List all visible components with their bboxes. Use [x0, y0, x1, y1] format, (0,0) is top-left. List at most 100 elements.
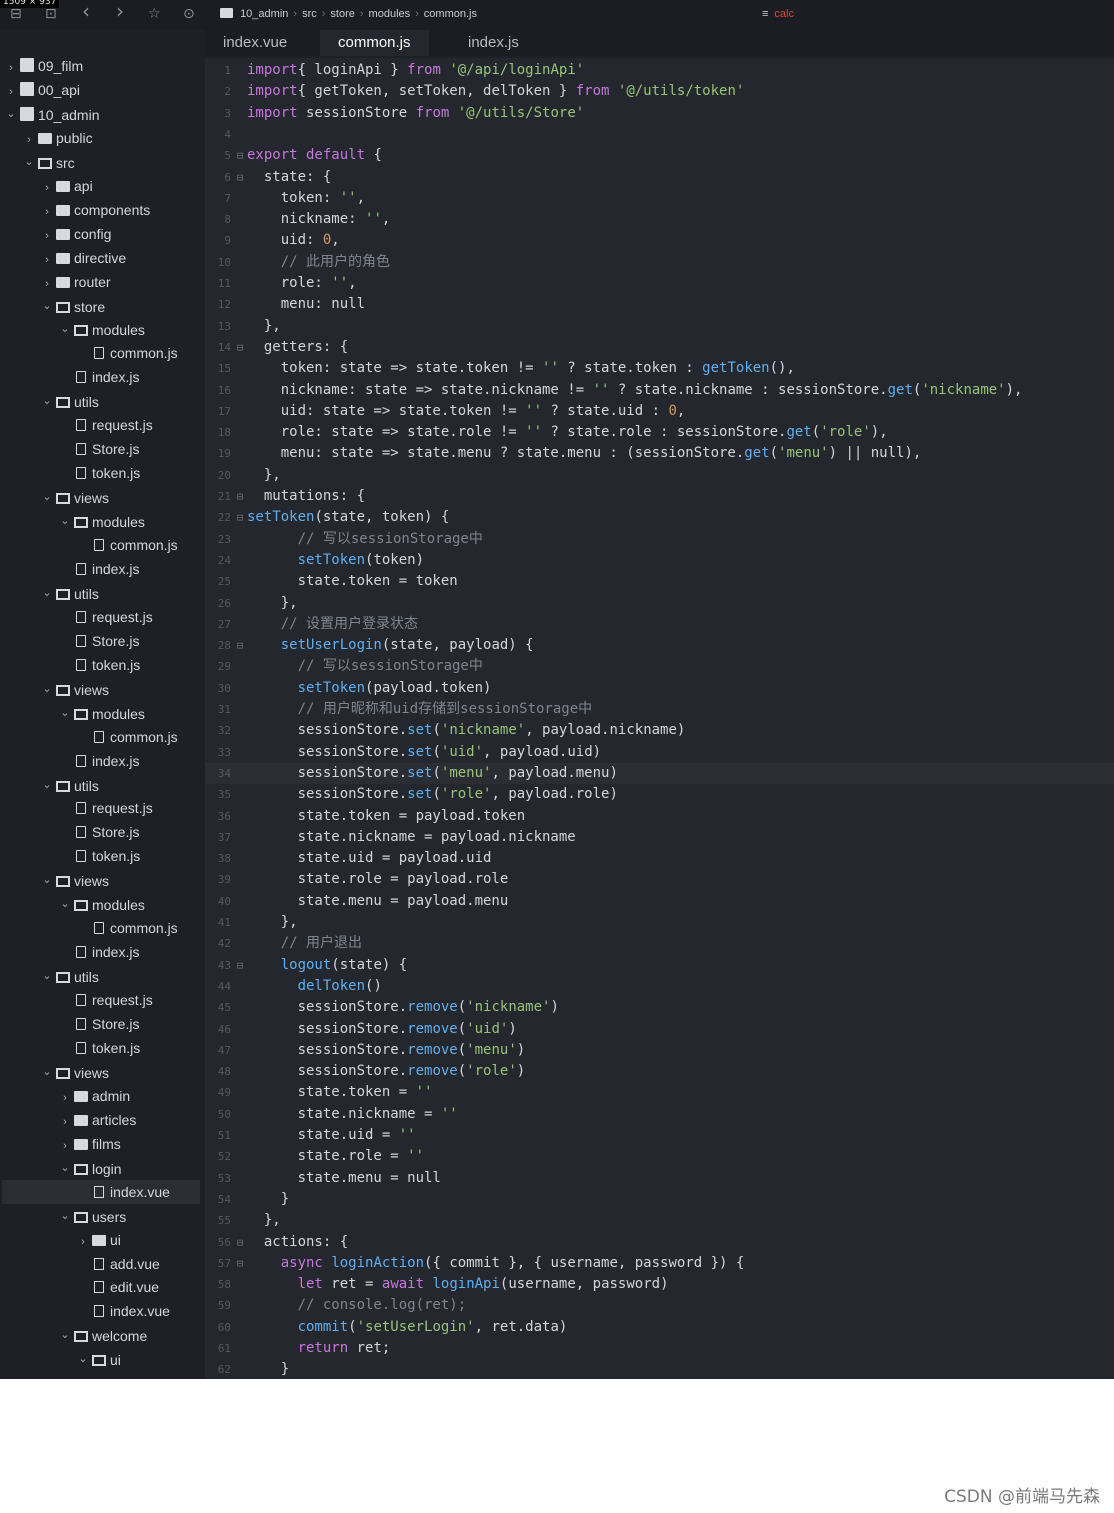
- chevron-right-icon[interactable]: ›: [42, 176, 52, 200]
- code-line[interactable]: 46 sessionStore.remove('uid'): [205, 1019, 1114, 1040]
- fold-toggle-icon[interactable]: ⊟: [235, 507, 245, 528]
- code-line[interactable]: 50 state.nickname = '': [205, 1104, 1114, 1125]
- code-line[interactable]: 1 import{ loginApi } from '@/api/loginApi…: [205, 60, 1114, 81]
- tree-item[interactable]: token.js: [2, 1036, 200, 1060]
- code-line[interactable]: 2 import{ getToken, setToken, delToken } …: [205, 81, 1114, 102]
- tree-item[interactable]: add.vue: [2, 1252, 200, 1276]
- tree-item[interactable]: › config: [2, 222, 200, 246]
- tree-item[interactable]: ⌄ ui: [2, 1347, 200, 1371]
- tree-item[interactable]: ⌄ utils: [2, 581, 200, 605]
- chevron-down-icon[interactable]: ⌄: [60, 1323, 70, 1347]
- tree-item[interactable]: › films: [2, 1132, 200, 1156]
- code-line[interactable]: 11 role: '',: [205, 273, 1114, 294]
- tree-item[interactable]: token.js: [2, 461, 200, 485]
- code-line[interactable]: 25 state.token = token: [205, 571, 1114, 592]
- code-line[interactable]: 17 uid: state => state.token != '' ? sta…: [205, 401, 1114, 422]
- chevron-down-icon[interactable]: ⌄: [60, 701, 70, 725]
- tree-item[interactable]: ⌄ utils: [2, 389, 200, 413]
- chevron-down-icon[interactable]: ⌄: [6, 102, 16, 126]
- breadcrumb-item[interactable]: src: [302, 8, 317, 20]
- tree-item[interactable]: › admin: [2, 1084, 200, 1108]
- fold-toggle-icon[interactable]: ⊟: [235, 1253, 245, 1274]
- chevron-down-icon[interactable]: ⌄: [42, 1060, 52, 1084]
- code-line[interactable]: 36 state.token = payload.token: [205, 806, 1114, 827]
- breadcrumb-item[interactable]: modules: [369, 8, 411, 20]
- chevron-down-icon[interactable]: ⌄: [42, 964, 52, 988]
- search-box[interactable]: ≡ calc: [762, 8, 794, 20]
- tree-item[interactable]: request.js: [2, 605, 200, 629]
- chevron-down-icon[interactable]: ⌄: [60, 1204, 70, 1228]
- code-line[interactable]: 5 ⊟ export default {: [205, 145, 1114, 166]
- fold-toggle-icon[interactable]: ⊟: [235, 955, 245, 976]
- code-line[interactable]: 56 ⊟ actions: {: [205, 1232, 1114, 1253]
- chevron-down-icon[interactable]: ⌄: [42, 389, 52, 413]
- tree-item[interactable]: ⌄ modules: [2, 701, 200, 725]
- code-line[interactable]: 4: [205, 124, 1114, 145]
- tree-item[interactable]: Store.js: [2, 629, 200, 653]
- chevron-down-icon[interactable]: ⌄: [42, 773, 52, 797]
- code-line[interactable]: 41 },: [205, 912, 1114, 933]
- tree-item[interactable]: Store.js: [2, 437, 200, 461]
- code-line[interactable]: 34 sessionStore.set('menu', payload.menu…: [205, 762, 1114, 784]
- code-line[interactable]: 45 sessionStore.remove('nickname'): [205, 997, 1114, 1018]
- code-line[interactable]: 42 // 用户退出: [205, 933, 1114, 954]
- tree-item[interactable]: index.js: [2, 365, 200, 389]
- tab-common-js[interactable]: common.js: [320, 30, 429, 56]
- chevron-right-icon[interactable]: ›: [6, 56, 16, 80]
- code-line[interactable]: 47 sessionStore.remove('menu'): [205, 1040, 1114, 1061]
- tree-item[interactable]: request.js: [2, 413, 200, 437]
- tree-item[interactable]: request.js: [2, 796, 200, 820]
- tree-item[interactable]: › directive: [2, 246, 200, 270]
- tree-item[interactable]: › 09_film: [2, 54, 200, 78]
- tree-item[interactable]: common.js: [2, 725, 200, 749]
- code-line[interactable]: 8 nickname: '',: [205, 209, 1114, 230]
- chevron-right-icon[interactable]: ›: [42, 272, 52, 296]
- code-line[interactable]: 14 ⊟ getters: {: [205, 337, 1114, 358]
- tree-item[interactable]: ⌄ modules: [2, 509, 200, 533]
- code-line[interactable]: 57 ⊟ async loginAction({ commit }, { user…: [205, 1253, 1114, 1274]
- tree-item[interactable]: ⌄ welcome: [2, 1323, 200, 1347]
- star-icon[interactable]: ☆: [148, 6, 161, 22]
- tree-item[interactable]: › 00_api: [2, 78, 200, 102]
- code-line[interactable]: 19 menu: state => state.menu ? state.men…: [205, 443, 1114, 464]
- tree-item[interactable]: ⌄ views: [2, 1060, 200, 1084]
- save-all-icon[interactable]: ⊟: [10, 6, 22, 22]
- tree-item[interactable]: › ui: [2, 1228, 200, 1252]
- code-line[interactable]: 20 },: [205, 465, 1114, 486]
- fold-toggle-icon[interactable]: ⊟: [235, 337, 245, 358]
- code-line[interactable]: 52 state.role = '': [205, 1146, 1114, 1167]
- tree-item[interactable]: common.js: [2, 341, 200, 365]
- code-line[interactable]: 28 ⊟ setUserLogin(state, payload) {: [205, 635, 1114, 656]
- tree-item[interactable]: ⌄ views: [2, 868, 200, 892]
- tree-item[interactable]: Store.js: [2, 1012, 200, 1036]
- code-line[interactable]: 16 nickname: state => state.nickname != …: [205, 380, 1114, 401]
- tree-item[interactable]: › articles: [2, 1108, 200, 1132]
- chevron-down-icon[interactable]: ⌄: [42, 677, 52, 701]
- code-line[interactable]: 10 // 此用户的角色: [205, 252, 1114, 273]
- code-line[interactable]: 51 state.uid = '': [205, 1125, 1114, 1146]
- back-icon[interactable]: ‹: [82, 1, 90, 21]
- chevron-down-icon[interactable]: ⌄: [60, 892, 70, 916]
- tree-item[interactable]: › api: [2, 174, 200, 198]
- chevron-right-icon[interactable]: ›: [78, 1230, 88, 1254]
- code-line[interactable]: 55 },: [205, 1210, 1114, 1231]
- save-icon[interactable]: ⊡: [45, 6, 57, 22]
- tree-item[interactable]: ⌄ login: [2, 1156, 200, 1180]
- chevron-down-icon[interactable]: ⌄: [42, 581, 52, 605]
- tree-item[interactable]: ⌄ views: [2, 485, 200, 509]
- code-line[interactable]: 61 return ret;: [205, 1338, 1114, 1359]
- code-line[interactable]: 59 // console.log(ret);: [205, 1295, 1114, 1316]
- fold-toggle-icon[interactable]: ⊟: [235, 635, 245, 656]
- run-icon[interactable]: ⊙: [183, 6, 195, 22]
- code-line[interactable]: 40 state.menu = payload.menu: [205, 891, 1114, 912]
- fold-toggle-icon[interactable]: ⊟: [235, 486, 245, 507]
- chevron-right-icon[interactable]: ›: [42, 224, 52, 248]
- chevron-down-icon[interactable]: ⌄: [60, 317, 70, 341]
- chevron-down-icon[interactable]: ⌄: [60, 509, 70, 533]
- code-line[interactable]: 33 sessionStore.set('uid', payload.uid): [205, 742, 1114, 763]
- tree-item[interactable]: Store.js: [2, 820, 200, 844]
- tree-item[interactable]: token.js: [2, 844, 200, 868]
- code-line[interactable]: 24 setToken(token): [205, 550, 1114, 571]
- code-line[interactable]: 32 sessionStore.set('nickname', payload.…: [205, 720, 1114, 741]
- tree-item[interactable]: index.vue: [2, 1299, 200, 1323]
